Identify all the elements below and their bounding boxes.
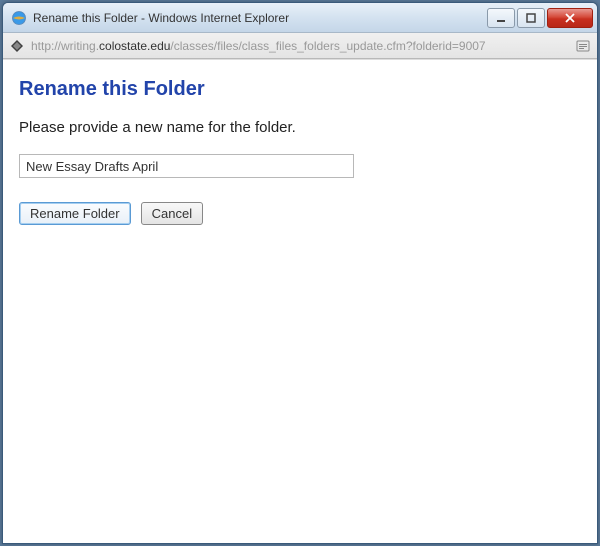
page-content: Rename this Folder Please provide a new … xyxy=(3,59,597,543)
page-heading: Rename this Folder xyxy=(19,78,581,101)
address-bar: http://writing.colostate.edu/classes/fil… xyxy=(3,33,597,59)
instruction-text: Please provide a new name for the folder… xyxy=(19,119,581,136)
button-row: Rename Folder Cancel xyxy=(19,202,581,225)
url-path: /classes/files/class_files_folders_updat… xyxy=(170,39,485,53)
ie-icon xyxy=(11,10,27,26)
maximize-button[interactable] xyxy=(517,8,545,28)
url-domain: colostate.edu xyxy=(99,39,170,53)
folder-name-input[interactable] xyxy=(19,154,354,178)
window-title: Rename this Folder - Windows Internet Ex… xyxy=(33,11,487,25)
close-button[interactable] xyxy=(547,8,593,28)
compat-view-icon[interactable] xyxy=(575,38,591,54)
url-prefix: http://writing. xyxy=(31,39,99,53)
url-display[interactable]: http://writing.colostate.edu/classes/fil… xyxy=(31,39,569,53)
window-controls xyxy=(487,8,593,28)
minimize-button[interactable] xyxy=(487,8,515,28)
titlebar: Rename this Folder - Windows Internet Ex… xyxy=(3,3,597,33)
site-icon xyxy=(9,38,25,54)
cancel-button[interactable]: Cancel xyxy=(141,202,203,225)
rename-folder-button[interactable]: Rename Folder xyxy=(19,202,131,225)
browser-window: Rename this Folder - Windows Internet Ex… xyxy=(2,2,598,544)
